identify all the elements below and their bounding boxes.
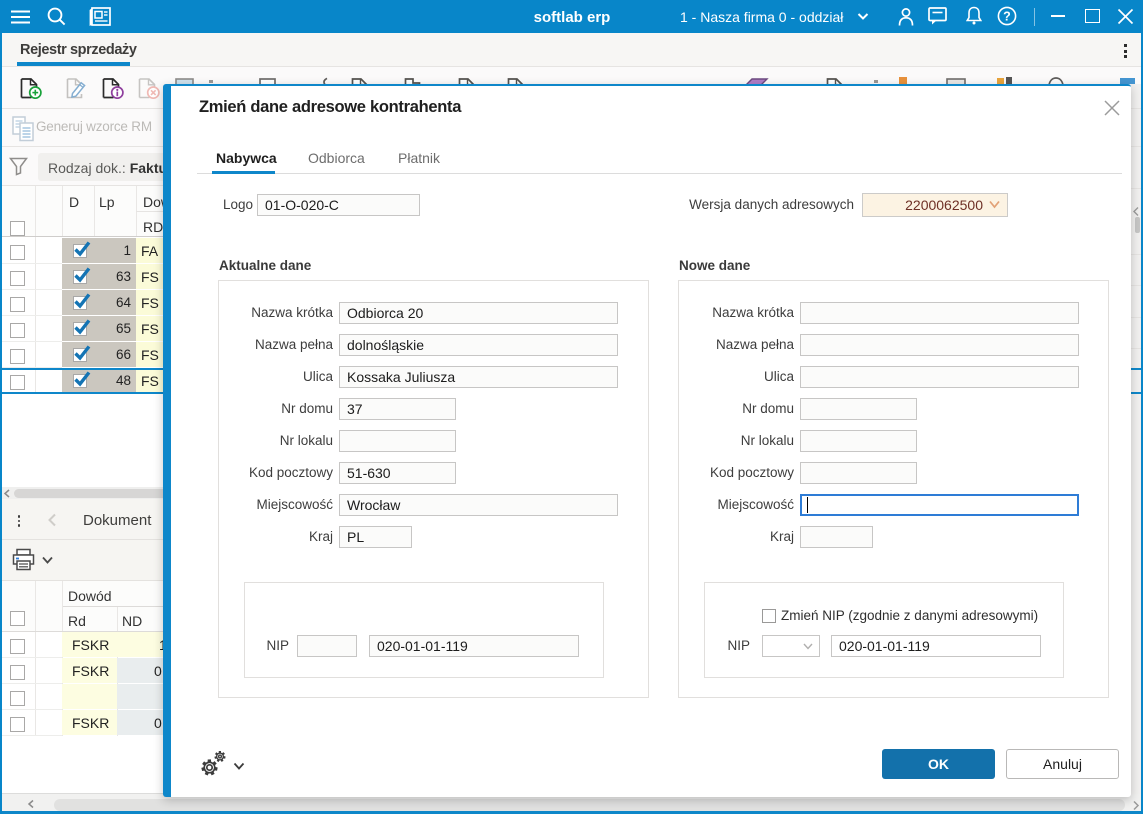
svg-text:?: ? (1003, 10, 1011, 24)
